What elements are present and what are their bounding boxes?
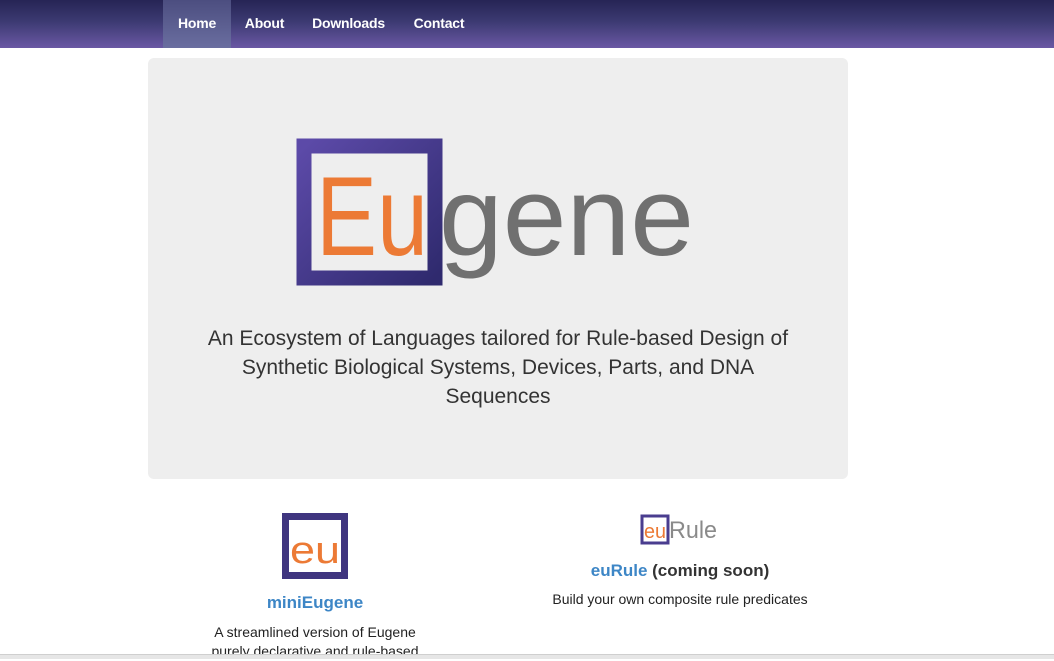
eurule-logo-icon: eu Rule [640, 514, 717, 545]
hero-jumbotron: Eu gene An Ecosystem of Languages tailor… [148, 58, 848, 479]
minieugene-feature: eu miniEugene A streamlined version of E… [165, 512, 465, 661]
eurule-title: euRule (coming soon) [530, 561, 830, 581]
nav-about-link[interactable]: About [231, 0, 298, 48]
logo-eu-text: Eu [316, 154, 428, 279]
tagline-line: Synthetic Biological Systems, Devices, P… [241, 356, 755, 379]
eurule-description: Build your own composite rule predicates [552, 591, 808, 607]
minieugene-logo-icon[interactable]: eu [281, 512, 349, 580]
logo-gene-text: gene [439, 154, 694, 279]
minieugene-icon-text: eu [290, 530, 340, 572]
tagline-line: An Ecosystem of Languages tailored for R… [207, 327, 789, 350]
eurule-title-link[interactable]: euRule [591, 561, 648, 580]
nav-contact-link[interactable]: Contact [399, 0, 479, 48]
top-navbar: Home About Downloads Contact [0, 0, 1054, 48]
nav-downloads-link[interactable]: Downloads [298, 0, 399, 48]
minieugene-desc-line: A streamlined version of Eugene [214, 624, 416, 640]
nav-home-link[interactable]: Home [163, 0, 231, 48]
minieugene-title-link[interactable]: miniEugene [165, 593, 465, 613]
eurule-icon-rule: Rule [669, 517, 717, 544]
window-bottom-edge [0, 654, 1054, 659]
tagline-line: Sequences [445, 385, 551, 408]
eurule-title-suffix: (coming soon) [647, 561, 770, 580]
eurule-feature: eu Rule euRule (coming soon) Build your … [530, 514, 830, 609]
eugene-logo: Eu gene [296, 138, 694, 286]
eurule-icon-eu: eu [644, 521, 666, 543]
hero-tagline: An Ecosystem of Languages tailored for R… [188, 324, 808, 411]
